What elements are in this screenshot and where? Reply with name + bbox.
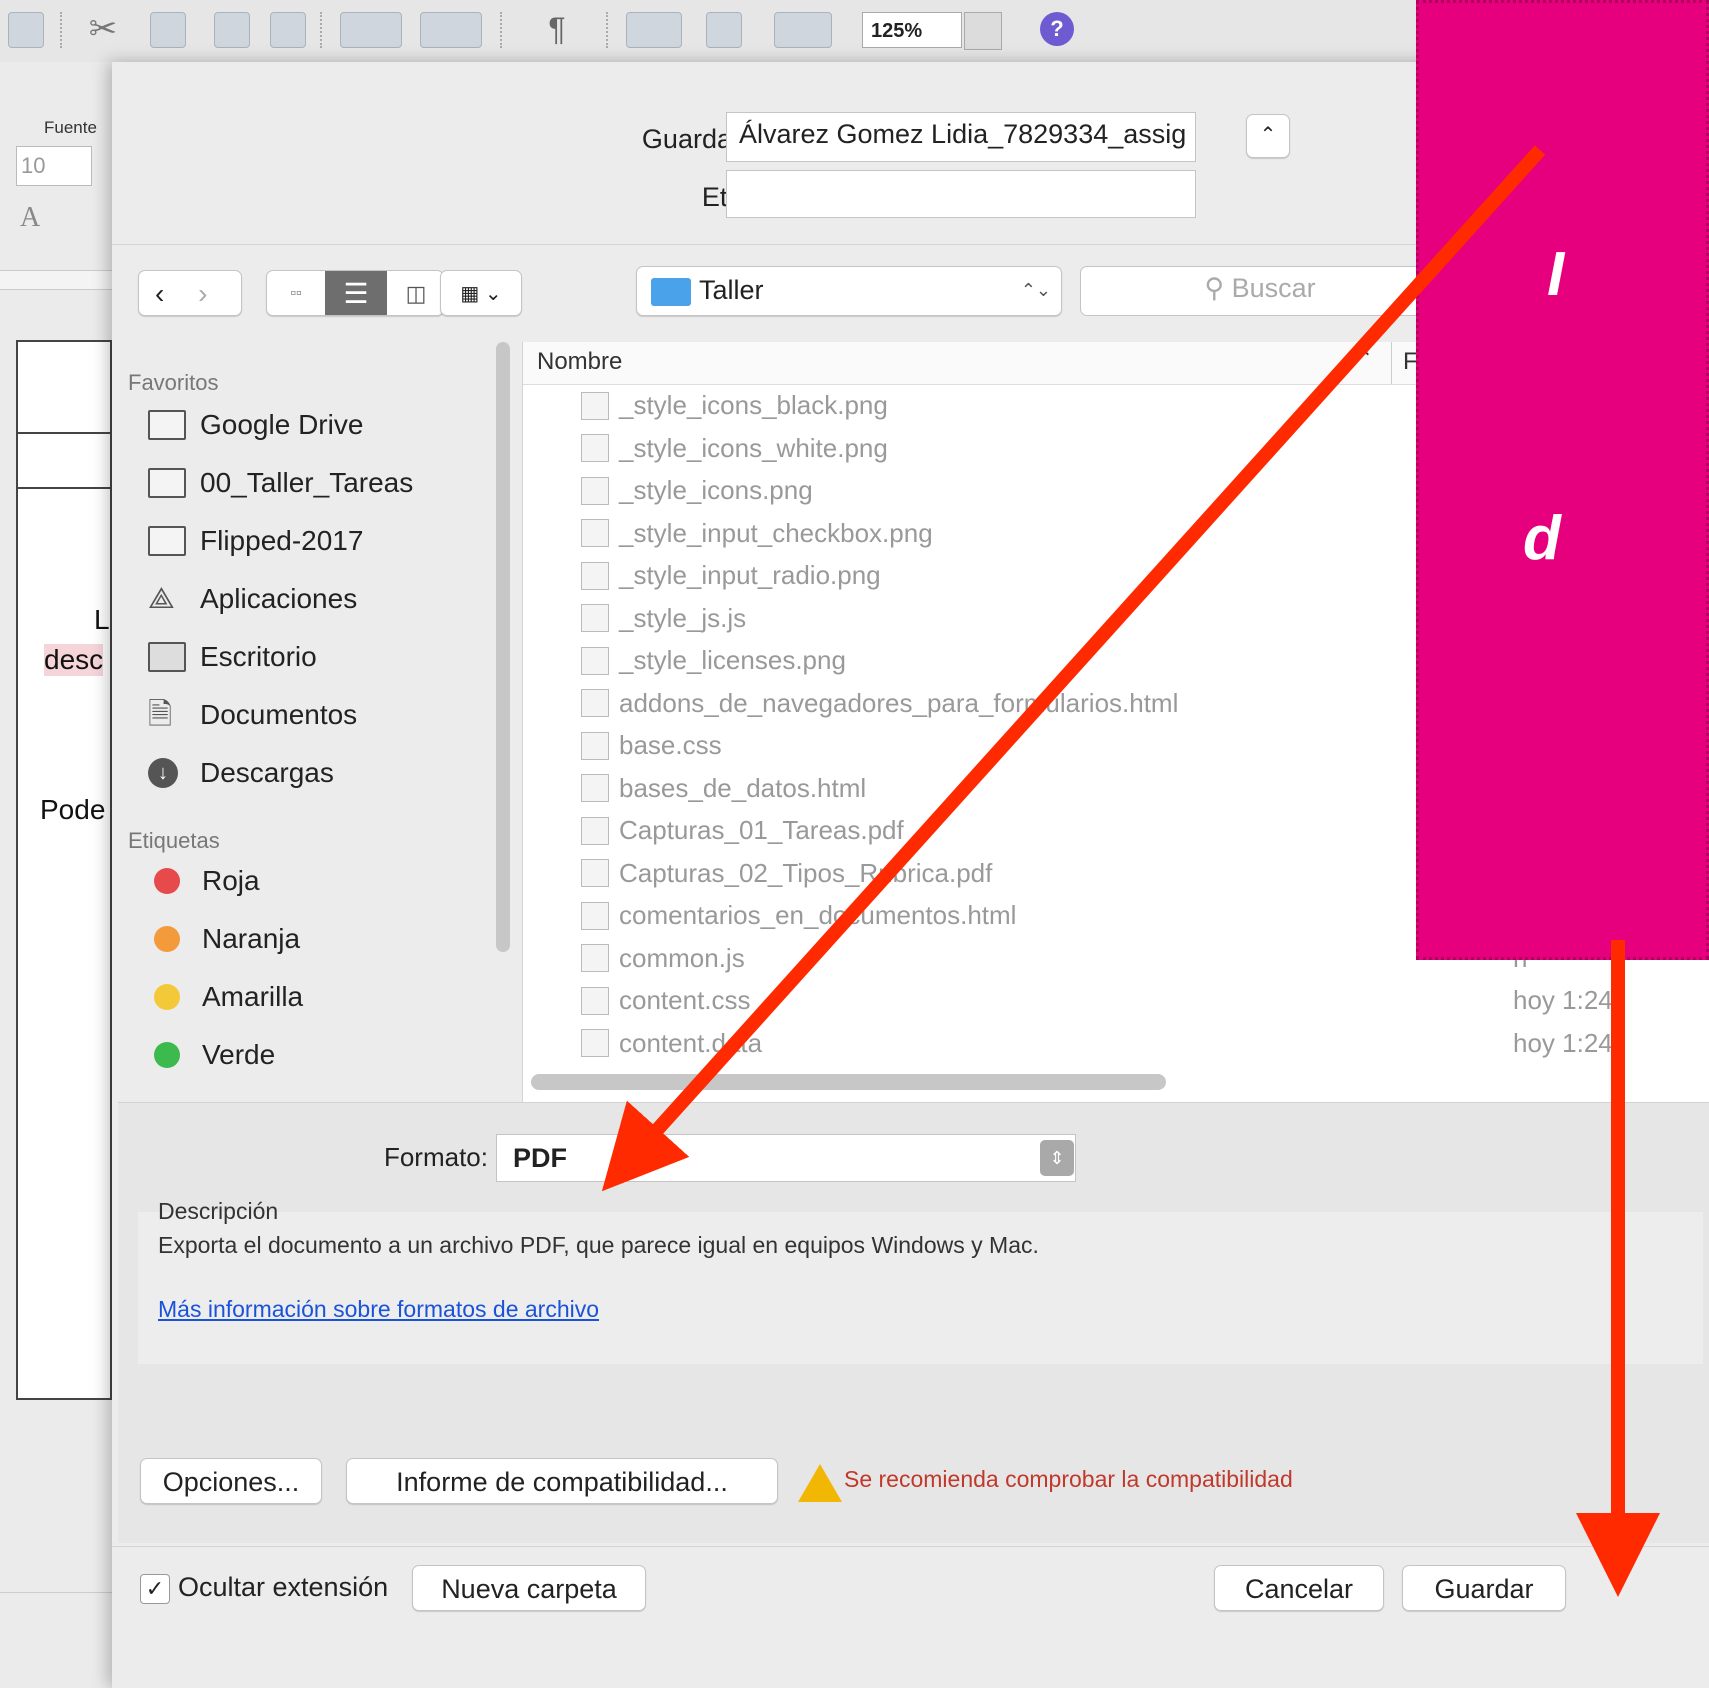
annotation-arrows: [601, 145, 1660, 1597]
arrow-to-format: [601, 145, 1546, 1192]
